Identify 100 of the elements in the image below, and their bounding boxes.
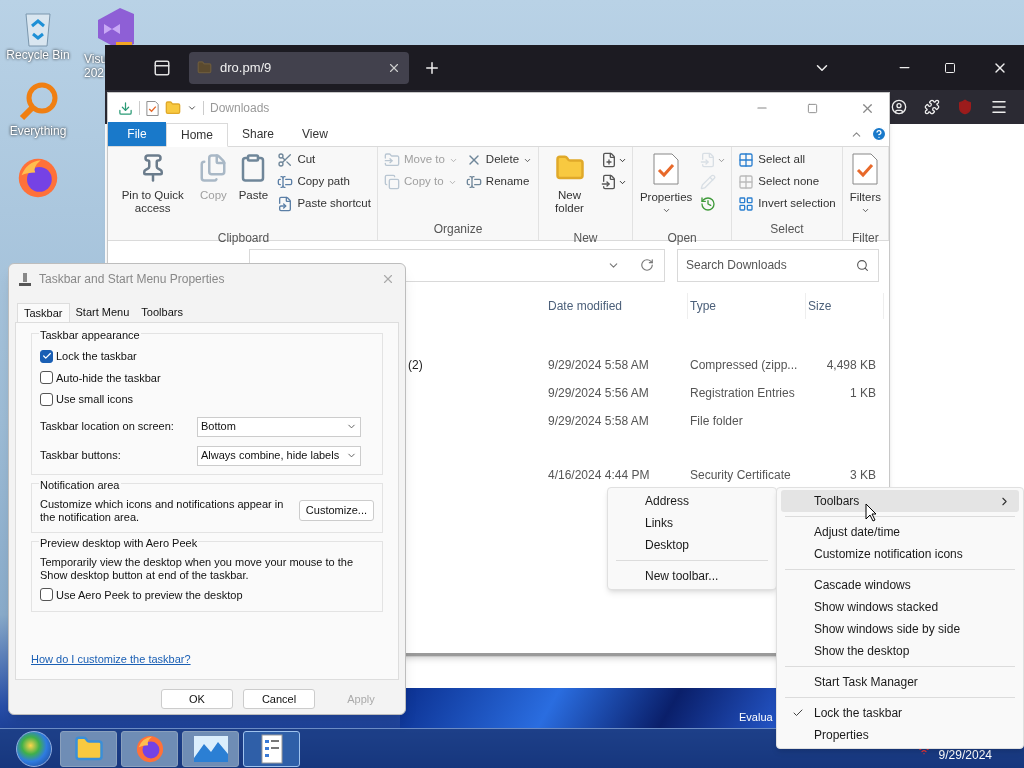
browser-tab[interactable]: dro.pm/9 (189, 51, 409, 84)
checkbox[interactable] (40, 349, 53, 363)
menu-item[interactable]: Show windows stacked (781, 596, 1019, 618)
table-cell-text: 9/29/2024 5:58 AM (547, 413, 650, 430)
menu-item[interactable]: Start Task Manager (781, 671, 1019, 693)
table-cell-text: 9/29/2024 5:58 AM (547, 357, 650, 374)
taskbar-button[interactable] (182, 730, 239, 767)
help-icon[interactable] (871, 126, 887, 142)
ribbon-button[interactable]: Rename (462, 171, 536, 193)
menu-item[interactable]: Cascade windows (781, 574, 1019, 596)
ribbon-tab[interactable]: View (288, 122, 342, 146)
description-text: Customize which icons and notifications appear in the notification area. (40, 497, 285, 524)
start-button[interactable] (16, 730, 52, 767)
caret-icon (661, 206, 671, 215)
menu-item[interactable]: Properties (781, 724, 1019, 746)
column-header[interactable]: Size (806, 293, 884, 319)
dialog-button[interactable]: OK (161, 689, 233, 709)
ribbon-group-label: Clipboard (216, 230, 271, 247)
download-icon[interactable] (118, 100, 133, 116)
menu-item[interactable]: Links (612, 512, 772, 534)
clock-date[interactable]: 9/29/2024 (938, 745, 992, 764)
ribbon-tab[interactable]: Share (228, 122, 289, 146)
dialog-button[interactable]: Cancel (243, 689, 315, 709)
checkbox[interactable] (40, 371, 53, 385)
folder-icon (197, 60, 212, 75)
refresh-icon[interactable] (640, 258, 654, 272)
menu-icon[interactable] (990, 98, 1008, 116)
ribbon-group-label: Filter (851, 230, 880, 247)
taskbar-button[interactable] (243, 730, 300, 767)
checkbox-label: Lock the taskbar (56, 349, 137, 364)
ribbon-button[interactable]: Cut (274, 149, 374, 171)
search-field[interactable]: Search Downloads (677, 248, 879, 282)
edition-text: Evalua (739, 710, 773, 725)
menu-item[interactable]: Show windows side by side (781, 618, 1019, 640)
caret-icon[interactable] (187, 103, 197, 113)
ribbon-button[interactable]: Properties (635, 149, 697, 229)
table-cell-text: Registration Entries (690, 385, 796, 402)
ribbon-button[interactable]: Copy path (274, 171, 374, 193)
ribbon-tab[interactable]: Home (166, 123, 228, 147)
extensions-icon[interactable] (924, 99, 940, 115)
ribbon-button[interactable]: Filters (845, 149, 885, 229)
dialog-tab[interactable]: Toolbars (135, 302, 189, 322)
ribbon-button[interactable]: Invert selection (735, 193, 839, 215)
ribbon-group-label: Open (666, 230, 698, 247)
checkbox[interactable] (40, 588, 53, 602)
dropdown-field[interactable]: Bottom (197, 416, 361, 437)
table-cell-text: File folder (690, 413, 744, 430)
ribbon-button[interactable]: Select none (735, 171, 839, 193)
dialog-tab[interactable]: Taskbar (17, 303, 70, 323)
table-cell-text: 4,498 KB (825, 357, 876, 374)
menu-item[interactable]: Customize notification icons (781, 543, 1019, 565)
mouse-pointer-icon (865, 503, 877, 522)
tab-list-icon[interactable] (153, 58, 171, 77)
ribbon-button[interactable]: New folder (542, 149, 597, 229)
menu-item[interactable]: Address (612, 490, 772, 512)
tab-title: dro.pm/9 (220, 58, 273, 77)
checked-document-icon[interactable] (146, 100, 159, 116)
mountain-picture-icon (193, 735, 228, 762)
ribbon-button[interactable]: Paste (234, 149, 273, 229)
field-label: Taskbar location on screen: (40, 419, 175, 435)
ribbon-button[interactable]: Pin to Quick access (113, 149, 193, 229)
column-header[interactable]: Date modified (546, 293, 688, 319)
check-icon (791, 707, 804, 719)
menu-item[interactable]: Desktop (612, 534, 772, 556)
select-none-icon (738, 174, 755, 190)
edit-icon (700, 174, 717, 190)
checkbox-label: Use small icons (56, 392, 134, 407)
menu-item[interactable]: Lock the taskbar (781, 702, 1019, 724)
menu-item[interactable]: Toolbars (781, 490, 1019, 512)
account-icon[interactable] (891, 99, 907, 115)
ribbon-button[interactable]: Paste shortcut (274, 193, 374, 215)
copy-icon (198, 153, 229, 183)
search-icon (856, 258, 869, 272)
ribbon-button[interactable]: Select all (735, 149, 839, 171)
table-cell-text: Compressed (zipp... (690, 357, 799, 374)
desktop-icon-label[interactable]: Visu (84, 52, 108, 66)
taskbar-button[interactable] (121, 730, 178, 767)
firefox-logo-icon (16, 156, 60, 200)
checkbox[interactable] (40, 392, 53, 406)
easy-access-icon (600, 174, 617, 190)
table-cell-text: Security Certificate (690, 467, 792, 484)
document-list-icon (260, 733, 283, 764)
taskbar-button[interactable] (60, 730, 117, 767)
ribbon-tab[interactable]: File (108, 122, 166, 146)
ribbon-button[interactable]: Delete (462, 149, 536, 171)
checkbox-label: Auto-hide the taskbar (56, 370, 161, 386)
column-header[interactable]: Type (688, 293, 806, 319)
menu-item[interactable]: Show the desktop (781, 640, 1019, 662)
dropdown-field[interactable]: Always combine, hide labels (197, 445, 361, 466)
table-cell-text: 4/16/2024 4:44 PM (547, 467, 651, 484)
path-icon (277, 174, 294, 190)
ribbon-group-label: Select (769, 221, 805, 238)
dialog-tab[interactable]: Start Menu (69, 302, 136, 322)
menu-item[interactable]: Adjust date/time (781, 521, 1019, 543)
invert-selection-icon (738, 196, 755, 212)
help-link[interactable]: How do I customize the taskbar? (31, 650, 383, 667)
open-icon (700, 152, 717, 168)
history-icon (700, 196, 717, 212)
menu-item[interactable]: New toolbar... (612, 565, 772, 587)
customize-button[interactable]: Customize... (298, 500, 374, 521)
